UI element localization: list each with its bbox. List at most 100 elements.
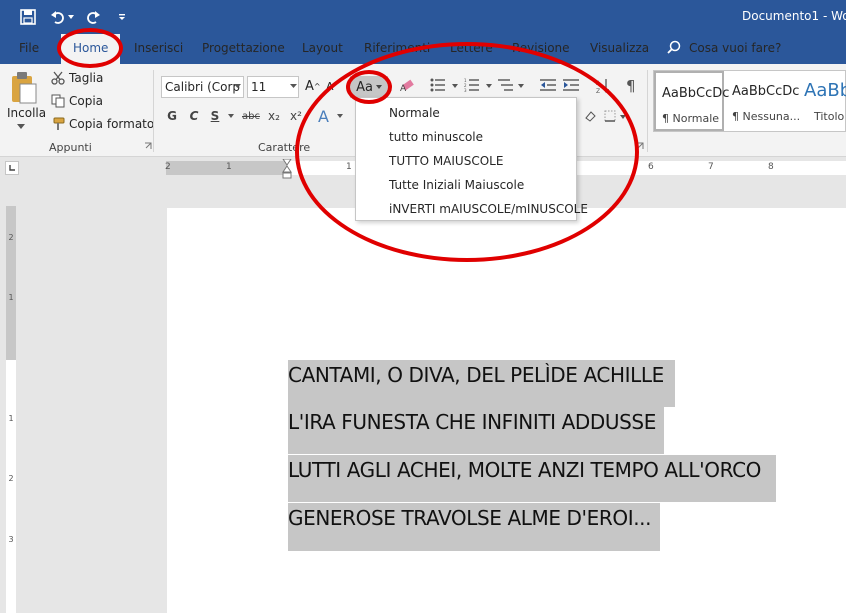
show-formatting-marks-icon[interactable]: ¶	[626, 77, 636, 95]
grow-font-icon[interactable]: A ^	[305, 79, 321, 94]
text-effects-dropdown-icon[interactable]	[337, 114, 343, 118]
customize-icon[interactable]	[112, 7, 132, 27]
menu-item-uppercase[interactable]: TUTTO MAIUSCOLE	[389, 154, 503, 168]
menu-item-normale[interactable]: Normale	[389, 106, 440, 120]
ruler-tick: 1	[226, 162, 232, 172]
document-text-line[interactable]: CANTAMI, O DIVA, DEL PELÌDE ACHILLE	[288, 360, 675, 407]
ruler-margin	[6, 206, 16, 360]
ruler-tick: 8	[768, 162, 774, 172]
font-group-label: Carattere	[258, 141, 311, 154]
bold-button[interactable]: G	[164, 109, 180, 123]
style-normal[interactable]: AaBbCcDc ¶ Normale	[654, 71, 729, 131]
cut-icon[interactable]	[51, 71, 65, 85]
clipboard-launcher-icon[interactable]	[144, 142, 152, 150]
document-text-line[interactable]: LUTTI AGLI ACHEI, MOLTE ANZI TEMPO ALL'O…	[288, 455, 776, 502]
bullets-dropdown-icon[interactable]	[452, 84, 458, 88]
paste-icon[interactable]	[10, 70, 40, 106]
style-sample: AaBb	[804, 80, 846, 101]
bullets-icon[interactable]	[430, 78, 446, 92]
style-no-spacing[interactable]: AaBbCcDc ¶ Nessuna...	[726, 71, 801, 131]
save-icon[interactable]	[18, 7, 38, 27]
ruler-tick: 7	[708, 162, 714, 172]
paste-dropdown-icon[interactable]	[17, 124, 25, 130]
superscript-button[interactable]: x²	[288, 109, 304, 123]
ruler-tick: 6	[648, 162, 654, 172]
tab-lettere[interactable]: Lettere	[450, 41, 493, 55]
paste-button[interactable]: Incolla	[7, 106, 46, 120]
borders-icon[interactable]	[604, 110, 616, 122]
undo-icon[interactable]	[48, 7, 68, 27]
copy-icon[interactable]	[51, 94, 65, 108]
tell-me-input[interactable]: Cosa vuoi fare?	[689, 41, 781, 55]
tab-layout[interactable]: Layout	[302, 41, 343, 55]
ruler-tick: 1	[8, 293, 14, 302]
change-case-label: Aa	[356, 79, 373, 95]
indent-marker-icon[interactable]	[282, 159, 292, 179]
style-name: ¶ Nessuna...	[732, 110, 801, 123]
subscript-button[interactable]: x₂	[266, 109, 282, 123]
undo-dropdown-icon[interactable]	[66, 7, 76, 27]
cut-button[interactable]: Taglia	[69, 71, 103, 85]
style-name: ¶ Normale	[662, 112, 720, 125]
style-name: Titolo	[814, 110, 845, 123]
tab-inserisci[interactable]: Inserisci	[134, 41, 183, 55]
shrink-font-icon[interactable]: Aˇ	[326, 80, 338, 93]
strikethrough-button[interactable]: abc	[240, 111, 262, 122]
shading-icon[interactable]	[584, 110, 596, 122]
tab-home[interactable]: Home	[61, 34, 121, 64]
vertical-ruler[interactable]	[6, 206, 16, 613]
menu-item-capitalize-each-word[interactable]: Tutte Iniziali Maiuscole	[389, 178, 524, 192]
tab-visualizza[interactable]: Visualizza	[590, 41, 649, 55]
document-title: Documento1 - Wo	[742, 9, 846, 23]
multilevel-dropdown-icon[interactable]	[518, 84, 524, 88]
style-sample: AaBbCcDc	[732, 84, 800, 99]
font-name-dropdown-icon[interactable]	[234, 84, 241, 89]
document-text-line[interactable]: L'IRA FUNESTA CHE INFINITI ADDUSSE	[288, 407, 664, 454]
svg-text:A: A	[596, 80, 601, 87]
clear-formatting-icon[interactable]: A	[400, 79, 416, 93]
ruler-tick: 1	[346, 162, 352, 172]
tab-file[interactable]: File	[19, 41, 39, 55]
tab-riferimenti[interactable]: Riferimenti	[364, 41, 430, 55]
font-size-dropdown-icon[interactable]	[290, 84, 297, 89]
underline-dropdown-icon[interactable]	[228, 114, 234, 118]
group-divider	[153, 70, 154, 152]
ruler-tick: 2	[8, 233, 14, 242]
ruler-tick: 1	[8, 414, 14, 423]
copy-button[interactable]: Copia	[69, 94, 103, 108]
ruler-tick: 3	[8, 535, 14, 544]
svg-text:A: A	[400, 84, 407, 93]
ruler-tick: 2	[8, 474, 14, 483]
document-text-line[interactable]: GENEROSE TRAVOLSE ALME D'EROI...	[288, 503, 660, 551]
menu-item-toggle-case[interactable]: iNVERTI mAIUSCOLE/mINUSCOLE	[389, 202, 588, 216]
sort-icon[interactable]: AZ	[596, 78, 610, 94]
italic-button[interactable]: C	[186, 109, 202, 123]
paragraph-launcher-icon[interactable]	[636, 142, 644, 150]
format-painter-button[interactable]: Copia formato	[69, 117, 154, 131]
font-name-field[interactable]: Calibri (Corp	[161, 76, 244, 98]
tab-revisione[interactable]: Revisione	[512, 41, 570, 55]
clipboard-group-label: Appunti	[49, 141, 92, 154]
borders-dropdown-icon[interactable]	[620, 115, 626, 119]
numbering-dropdown-icon[interactable]	[486, 84, 492, 88]
svg-text:Z: Z	[596, 88, 600, 94]
change-case-button[interactable]: Aa	[350, 76, 388, 98]
underline-button[interactable]: S	[207, 109, 223, 123]
redo-icon[interactable]	[83, 7, 103, 27]
format-painter-icon[interactable]	[51, 117, 65, 131]
menu-item-lowercase[interactable]: tutto minuscole	[389, 130, 483, 144]
increase-indent-icon[interactable]	[563, 78, 579, 92]
tab-progettazione[interactable]: Progettazione	[202, 41, 285, 55]
numbering-icon[interactable]: 123	[464, 78, 480, 92]
change-case-menu: Normale tutto minuscole TUTTO MAIUSCOLE …	[355, 97, 588, 221]
style-heading[interactable]: AaBb Titolo	[800, 71, 846, 131]
style-sample: AaBbCcDc	[662, 86, 730, 101]
tell-me-search-icon[interactable]	[667, 40, 681, 54]
decrease-indent-icon[interactable]	[540, 78, 556, 92]
multilevel-list-icon[interactable]	[498, 78, 514, 92]
text-effects-icon[interactable]: A	[318, 107, 329, 126]
ruler-tick: 2	[165, 162, 171, 172]
tab-selector-icon[interactable]	[5, 161, 19, 175]
group-divider	[647, 70, 648, 152]
svg-text:3: 3	[464, 88, 467, 92]
